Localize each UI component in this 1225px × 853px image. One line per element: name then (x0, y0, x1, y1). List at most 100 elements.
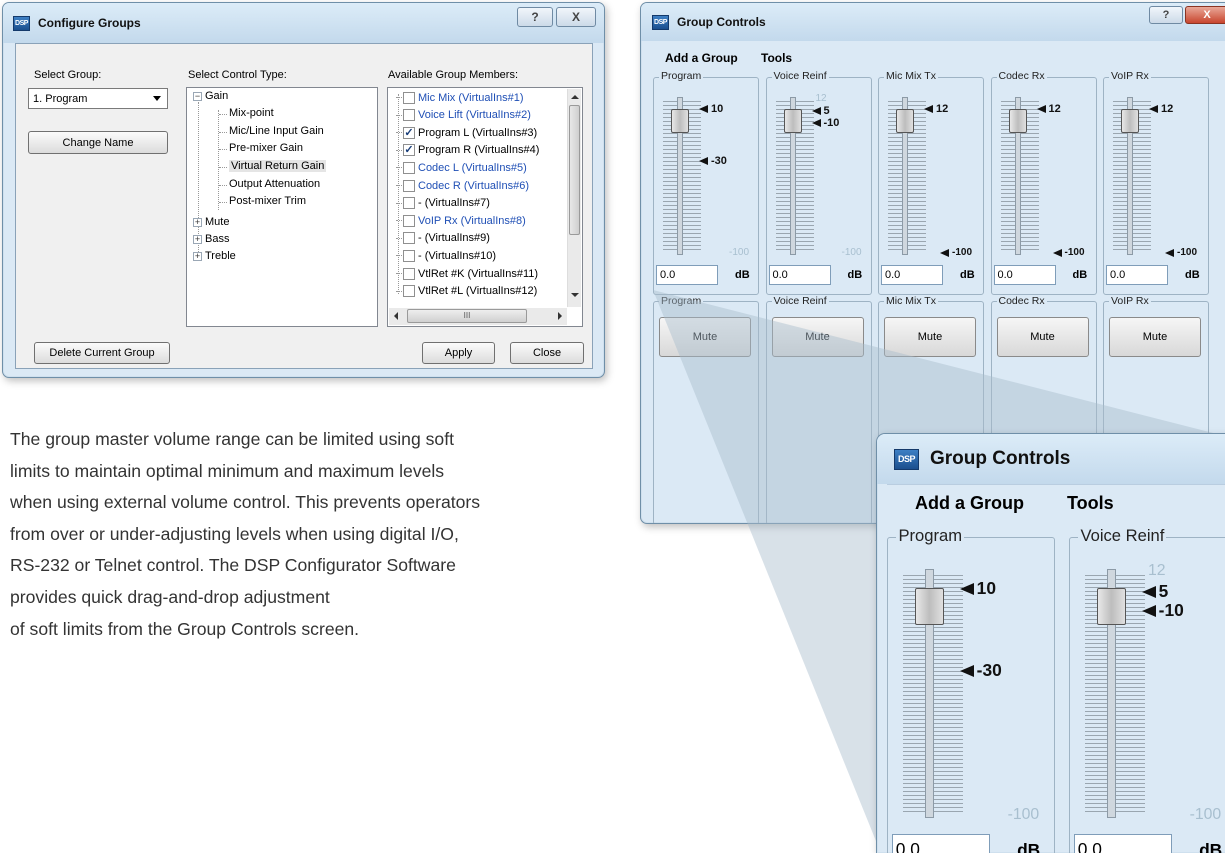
level-input[interactable]: 0.0 (1073, 834, 1172, 853)
group-member-item[interactable]: Codec R (VirtualIns#6) (396, 178, 529, 193)
fader-thumb[interactable] (783, 109, 802, 133)
horizontal-scrollbar[interactable]: III (389, 308, 567, 325)
min-range-label: -100 (1189, 805, 1222, 823)
group-member-item[interactable]: VtlRet #K (VirtualIns#11) (396, 266, 538, 281)
checkbox-icon[interactable] (403, 109, 415, 122)
soft-limit-marker[interactable]: 12 (1036, 103, 1061, 115)
scroll-down-icon[interactable] (571, 293, 579, 297)
menu-tools[interactable]: Tools (1067, 493, 1114, 514)
help-button[interactable]: ? (517, 7, 553, 27)
tree-node-gain-child[interactable]: Post-mixer Trim (229, 195, 306, 207)
soft-limit-marker[interactable]: 5 (1141, 581, 1168, 602)
group-member-item[interactable]: VtlRet #L (VirtualIns#12) (396, 284, 537, 299)
soft-limit-value: 5 (823, 105, 830, 117)
checkbox-icon[interactable] (403, 197, 415, 210)
fader-thumb[interactable] (1097, 587, 1126, 626)
level-input[interactable]: 0.0 (881, 265, 943, 285)
soft-limit-marker[interactable]: -100 (1052, 247, 1085, 258)
checkbox-icon[interactable] (403, 249, 415, 262)
select-group-dropdown[interactable]: 1. Program (28, 88, 168, 109)
close-window-button[interactable]: X (556, 7, 596, 27)
change-name-button[interactable]: Change Name (28, 131, 168, 154)
group-member-item[interactable]: VoIP Rx (VirtualIns#8) (396, 213, 526, 228)
mute-button[interactable]: Mute (884, 317, 976, 357)
soft-limit-marker[interactable]: -30 (699, 155, 727, 167)
group-member-item[interactable]: Voice Lift (VirtualIns#2) (396, 108, 531, 123)
checkbox-icon[interactable] (403, 214, 415, 227)
group-member-item[interactable]: ✓ Program L (VirtualIns#3) (396, 125, 537, 140)
checkbox-icon[interactable] (403, 91, 415, 104)
apply-button[interactable]: Apply (422, 342, 495, 364)
mute-button[interactable]: Mute (771, 317, 864, 357)
help-button[interactable]: ? (1149, 6, 1183, 24)
soft-limit-marker[interactable]: -30 (959, 660, 1002, 681)
group-member-item[interactable]: - (VirtualIns#10) (396, 248, 496, 263)
vertical-scrollbar[interactable] (567, 89, 581, 307)
checkbox-icon[interactable] (403, 232, 415, 245)
menu-add-group[interactable]: Add a Group (915, 493, 1024, 514)
fader-thumb[interactable] (896, 109, 914, 133)
checkbox-icon[interactable] (403, 179, 415, 192)
tree-node-mute[interactable]: + Mute (193, 216, 229, 228)
checkbox-icon[interactable] (403, 161, 415, 174)
level-input[interactable]: 0.0 (768, 265, 831, 285)
fader-thumb[interactable] (671, 109, 689, 133)
control-type-tree: − Gain Mix-point Mic/Line Input Gain Pre-… (186, 87, 378, 327)
group-member-item[interactable]: ✓ Program R (VirtualIns#4) (396, 143, 539, 158)
fader-thumb[interactable] (1008, 109, 1027, 133)
fader-thumb[interactable] (915, 587, 944, 626)
group-member-item[interactable]: - (VirtualIns#7) (396, 196, 490, 211)
checkbox-icon[interactable] (403, 267, 415, 280)
tree-node-gain-child[interactable]: Mic/Line Input Gain (229, 125, 324, 137)
soft-limit-marker[interactable]: -10 (1141, 600, 1184, 621)
group-member-item[interactable]: Codec L (VirtualIns#5) (396, 160, 527, 175)
tree-node-gain-child[interactable]: Mix-point (229, 107, 274, 119)
menu-add-group[interactable]: Add a Group (665, 51, 738, 65)
group-member-label: Program R (VirtualIns#4) (418, 144, 540, 157)
soft-limit-marker[interactable]: 12 (1149, 103, 1173, 115)
level-input[interactable]: 0.0 (1106, 265, 1168, 285)
group-member-label: Codec R (VirtualIns#6) (418, 179, 530, 192)
fader-thumb[interactable] (1121, 109, 1139, 133)
close-button[interactable]: Close (510, 342, 584, 364)
soft-limit-marker[interactable]: -10 (811, 117, 839, 129)
scroll-thumb[interactable] (569, 105, 580, 235)
soft-limit-marker[interactable]: 10 (699, 103, 723, 115)
level-input[interactable]: 0.0 (993, 265, 1056, 285)
scroll-up-icon[interactable] (571, 95, 579, 99)
scroll-thumb-horizontal[interactable]: III (407, 309, 527, 323)
menu-tools[interactable]: Tools (761, 51, 792, 65)
scroll-left-icon[interactable] (394, 312, 398, 320)
expand-icon: + (193, 250, 202, 261)
scroll-right-icon[interactable] (558, 312, 562, 320)
description-paragraph: The group master volume range can be lim… (10, 424, 620, 645)
level-input[interactable]: 0.0 (656, 265, 718, 285)
select-control-type-label: Select Control Type: (188, 69, 287, 81)
tree-node-bass[interactable]: + Bass (193, 233, 229, 245)
app-icon: DSP (13, 15, 30, 31)
soft-limit-value: 12 (1048, 103, 1061, 115)
mute-button[interactable]: Mute (996, 317, 1089, 357)
mute-button[interactable]: Mute (1109, 317, 1201, 357)
delete-group-button[interactable]: Delete Current Group (34, 342, 170, 364)
checkbox-icon[interactable] (403, 285, 415, 298)
checkbox-checked-icon[interactable]: ✓ (403, 144, 415, 157)
soft-limit-marker[interactable]: 12 (924, 103, 948, 115)
title-bar: DSP Group Controls (877, 434, 1225, 484)
level-input[interactable]: 0.0 (891, 834, 990, 853)
tree-node-gain[interactable]: − Gain (193, 90, 228, 102)
soft-limit-marker[interactable]: 10 (959, 578, 996, 599)
tree-node-gain-child[interactable]: Pre-mixer Gain (229, 142, 303, 154)
group-member-item[interactable]: Mic Mix (VirtualIns#1) (396, 90, 524, 105)
tree-node-gain-child[interactable]: Virtual Return Gain (229, 160, 327, 172)
close-window-button[interactable]: X (1185, 6, 1225, 24)
arrow-left-icon (940, 248, 949, 257)
group-member-item[interactable]: - (VirtualIns#9) (396, 231, 490, 246)
soft-limit-marker[interactable]: -100 (1165, 247, 1197, 258)
tree-node-gain-child[interactable]: Output Attenuation (229, 178, 320, 190)
checkbox-checked-icon[interactable]: ✓ (403, 126, 415, 139)
soft-limit-marker[interactable]: 5 (811, 105, 830, 117)
mute-button[interactable]: Mute (659, 317, 751, 357)
tree-node-treble[interactable]: + Treble (193, 250, 236, 262)
soft-limit-marker[interactable]: -100 (940, 247, 972, 258)
